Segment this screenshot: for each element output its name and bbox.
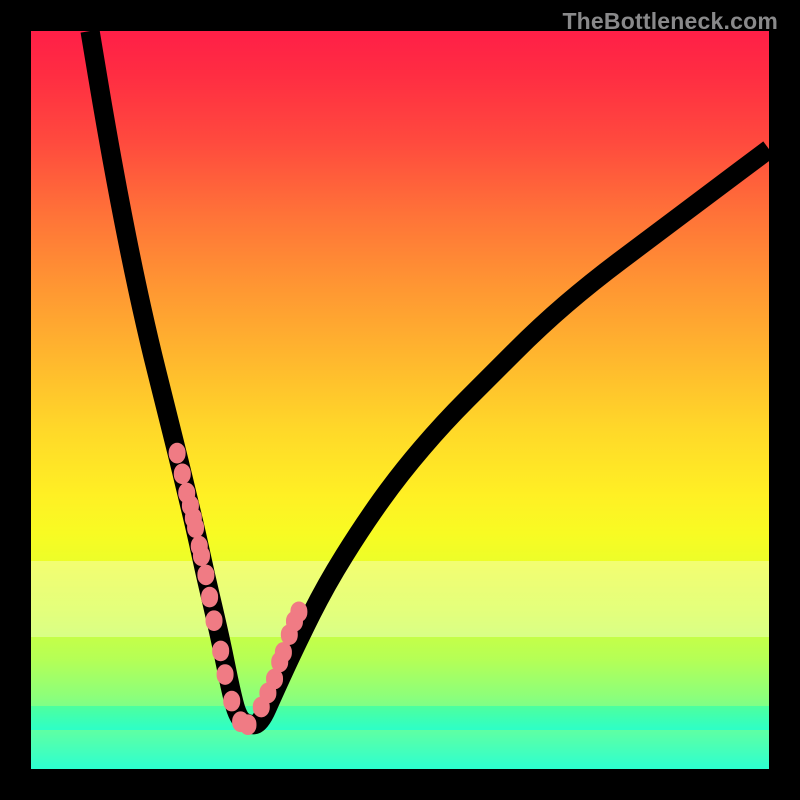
curve-bead	[169, 443, 186, 464]
curve-bead	[223, 691, 240, 712]
beads-left	[169, 443, 257, 735]
curve-bead	[217, 664, 234, 685]
curve-bead	[187, 517, 204, 538]
curve-bead	[290, 601, 307, 622]
curve-layer	[31, 31, 769, 769]
watermark-text: TheBottleneck.com	[562, 8, 778, 35]
curve-bead	[239, 714, 256, 735]
curve-bead	[212, 641, 229, 662]
curve-bead	[275, 642, 292, 663]
curve-bead	[174, 463, 191, 484]
chart-frame: TheBottleneck.com	[0, 0, 800, 800]
v-curve-path	[90, 31, 769, 725]
curve-bead	[206, 610, 223, 631]
curve-bead	[197, 565, 214, 586]
curve-bead	[201, 587, 218, 608]
curve-bead	[193, 545, 210, 566]
plot-area	[31, 31, 769, 769]
